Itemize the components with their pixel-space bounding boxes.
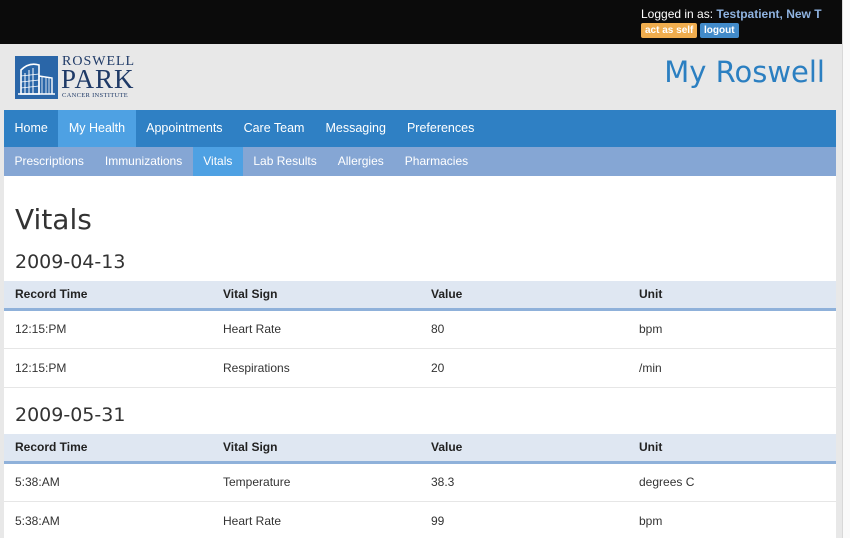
vital-sign-cell: Heart Rate	[212, 501, 420, 538]
value-cell: 80	[420, 309, 628, 349]
column-header-record-time: Record Time	[4, 434, 212, 464]
unit-cell: bpm	[628, 501, 836, 538]
logged-in-user: Testpatient, New T	[716, 7, 822, 21]
unit-cell: /min	[628, 348, 836, 388]
subnav-prescriptions[interactable]: Prescriptions	[4, 147, 94, 176]
logout-button[interactable]: logout	[700, 23, 739, 38]
table-row: 5:38:AM Temperature 38.3 degrees C	[4, 462, 836, 502]
top-bar: Logged in as: Testpatient, New T act as …	[0, 0, 842, 44]
nav-home[interactable]: Home	[4, 110, 58, 147]
vital-sign-cell: Heart Rate	[212, 309, 420, 349]
subnav-lab-results[interactable]: Lab Results	[243, 147, 327, 176]
nav-my-health[interactable]: My Health	[58, 110, 136, 147]
unit-cell: degrees C	[628, 462, 836, 502]
value-cell: 20	[420, 348, 628, 388]
primary-nav: Home My Health Appointments Care Team Me…	[4, 110, 836, 147]
building-icon	[15, 56, 58, 99]
column-header-vital-sign: Vital Sign	[212, 281, 420, 311]
subnav-vitals[interactable]: Vitals	[192, 147, 243, 176]
vital-sign-cell: Respirations	[212, 348, 420, 388]
vital-sign-cell: Temperature	[212, 462, 420, 502]
page-title: Vitals	[15, 203, 92, 236]
vitals-table: Record Time Vital Sign Value Unit 12:15:…	[4, 281, 836, 388]
nav-care-team[interactable]: Care Team	[233, 110, 315, 147]
record-time-cell: 5:38:AM	[4, 462, 212, 502]
main-content: Vitals 2009-04-13 Record Time Vital Sign…	[4, 176, 836, 538]
subnav-allergies[interactable]: Allergies	[327, 147, 394, 176]
act-as-self-button[interactable]: act as self	[641, 23, 698, 38]
column-header-unit: Unit	[628, 281, 836, 311]
vitals-table: Record Time Vital Sign Value Unit 5:38:A…	[4, 434, 836, 538]
section-date: 2009-05-31	[15, 404, 126, 426]
record-time-cell: 12:15:PM	[4, 309, 212, 349]
nav-appointments[interactable]: Appointments	[136, 110, 233, 147]
column-header-value: Value	[420, 434, 628, 464]
column-header-vital-sign: Vital Sign	[212, 434, 420, 464]
app-title: My Roswell	[664, 55, 825, 89]
value-cell: 99	[420, 501, 628, 538]
nav-preferences[interactable]: Preferences	[396, 110, 484, 147]
secondary-nav: Prescriptions Immunizations Vitals Lab R…	[4, 147, 836, 176]
column-header-unit: Unit	[628, 434, 836, 464]
column-header-value: Value	[420, 281, 628, 311]
table-row: 5:38:AM Heart Rate 99 bpm	[4, 501, 836, 538]
table-header-row: Record Time Vital Sign Value Unit	[4, 434, 836, 464]
scrollbar[interactable]	[842, 0, 850, 538]
logo-text-park: PARK	[61, 64, 135, 94]
record-time-cell: 5:38:AM	[4, 501, 212, 538]
roswell-park-logo[interactable]: ROSWELL PARK CANCER INSTITUTE	[15, 55, 143, 99]
table-row: 12:15:PM Heart Rate 80 bpm	[4, 309, 836, 349]
value-cell: 38.3	[420, 462, 628, 502]
unit-cell: bpm	[628, 309, 836, 349]
table-row: 12:15:PM Respirations 20 /min	[4, 348, 836, 388]
subnav-immunizations[interactable]: Immunizations	[94, 147, 192, 176]
record-time-cell: 12:15:PM	[4, 348, 212, 388]
subnav-pharmacies[interactable]: Pharmacies	[394, 147, 478, 176]
table-header-row: Record Time Vital Sign Value Unit	[4, 281, 836, 311]
login-status: Logged in as: Testpatient, New T	[641, 7, 822, 21]
column-header-record-time: Record Time	[4, 281, 212, 311]
login-prefix: Logged in as:	[641, 7, 717, 21]
logo-text-subtitle: CANCER INSTITUTE	[62, 92, 129, 99]
section-date: 2009-04-13	[15, 251, 126, 273]
nav-messaging[interactable]: Messaging	[315, 110, 396, 147]
